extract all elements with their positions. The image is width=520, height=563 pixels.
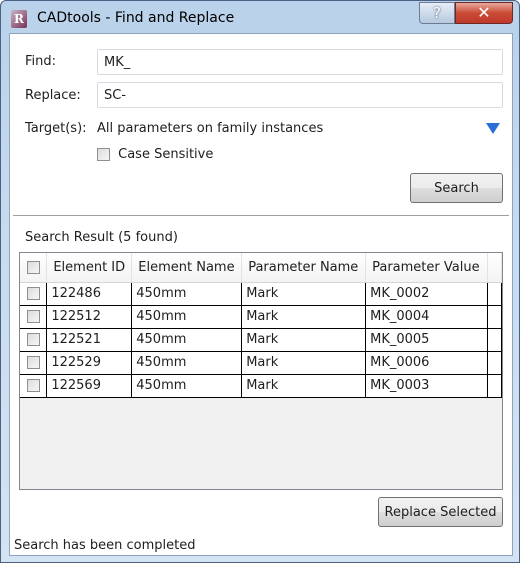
table-row[interactable]: 122512 450mm Mark MK_0004 — [20, 304, 502, 329]
row-checkbox[interactable] — [20, 373, 48, 398]
close-button[interactable]: ✕ — [455, 2, 513, 24]
targets-label: Target(s): — [25, 121, 87, 136]
row-checkbox[interactable] — [20, 350, 48, 375]
checkbox-icon[interactable] — [26, 333, 40, 346]
case-sensitive-checkbox[interactable]: Case Sensitive — [97, 147, 213, 162]
cell-parameter-value: MK_0004 — [365, 304, 489, 329]
header-filler — [487, 253, 502, 283]
column-header[interactable]: Element Name — [131, 253, 243, 283]
cell-element-id: 122569 — [46, 373, 133, 398]
cell-element-name: 450mm — [131, 327, 243, 352]
cell-filler — [487, 281, 502, 306]
checkbox-icon[interactable] — [26, 287, 40, 300]
cell-element-name: 450mm — [131, 281, 243, 306]
table-row[interactable]: 122521 450mm Mark MK_0005 — [20, 327, 502, 352]
app-icon: R — [11, 10, 27, 28]
cell-element-name: 450mm — [131, 373, 243, 398]
grid-header: Element ID Element Name Parameter Name P… — [20, 253, 502, 283]
dropdown-arrow-icon[interactable] — [486, 123, 500, 134]
cell-element-id: 122521 — [46, 327, 133, 352]
help-button[interactable]: ? — [419, 2, 455, 24]
checkbox-icon[interactable] — [97, 148, 110, 161]
checkbox-icon[interactable] — [26, 310, 40, 323]
dialog-window: R CADtools - Find and Replace ? ✕ Find: … — [0, 0, 520, 563]
results-heading: Search Result (5 found) — [25, 230, 178, 245]
window-title: CADtools - Find and Replace — [37, 10, 235, 26]
find-input[interactable]: MK_ — [97, 49, 503, 75]
cell-element-name: 450mm — [131, 304, 243, 329]
cell-filler — [487, 327, 502, 352]
row-checkbox[interactable] — [20, 281, 48, 306]
cell-parameter-value: MK_0002 — [365, 281, 489, 306]
cell-parameter-name: Mark — [241, 373, 367, 398]
results-grid[interactable]: Element ID Element Name Parameter Name P… — [19, 252, 503, 490]
dialog-content: Find: MK_ Replace: SC- Target(s): All pa… — [9, 33, 513, 556]
cell-parameter-name: Mark — [241, 327, 367, 352]
case-sensitive-label: Case Sensitive — [118, 147, 214, 162]
row-checkbox[interactable] — [20, 327, 48, 352]
cell-parameter-name: Mark — [241, 350, 367, 375]
cell-element-id: 122512 — [46, 304, 133, 329]
cell-filler — [487, 350, 502, 375]
cell-filler — [487, 373, 502, 398]
search-button[interactable]: Search — [410, 173, 503, 203]
checkbox-icon[interactable] — [26, 260, 40, 274]
separator — [13, 215, 509, 216]
column-header[interactable]: Element ID — [46, 253, 133, 283]
checkbox-icon[interactable] — [26, 379, 40, 392]
find-label: Find: — [25, 54, 57, 69]
status-text: Search has been completed — [14, 538, 196, 553]
cell-parameter-value: MK_0006 — [365, 350, 489, 375]
cell-parameter-name: Mark — [241, 304, 367, 329]
cell-parameter-value: MK_0003 — [365, 373, 489, 398]
cell-parameter-name: Mark — [241, 281, 367, 306]
select-all-header[interactable] — [20, 253, 48, 283]
table-row[interactable]: 122569 450mm Mark MK_0003 — [20, 373, 502, 398]
cell-filler — [487, 304, 502, 329]
targets-select[interactable]: All parameters on family instances — [97, 121, 323, 136]
column-header[interactable]: Parameter Name — [241, 253, 367, 283]
table-row[interactable]: 122486 450mm Mark MK_0002 — [20, 281, 502, 306]
column-header[interactable]: Parameter Value — [365, 253, 489, 283]
checkbox-icon[interactable] — [26, 356, 40, 369]
table-row[interactable]: 122529 450mm Mark MK_0006 — [20, 350, 502, 375]
cell-parameter-value: MK_0005 — [365, 327, 489, 352]
replace-label: Replace: — [25, 88, 81, 103]
replace-input[interactable]: SC- — [97, 82, 503, 108]
row-checkbox[interactable] — [20, 304, 48, 329]
cell-element-id: 122486 — [46, 281, 133, 306]
cell-element-name: 450mm — [131, 350, 243, 375]
cell-element-id: 122529 — [46, 350, 133, 375]
replace-selected-button[interactable]: Replace Selected — [378, 497, 503, 527]
